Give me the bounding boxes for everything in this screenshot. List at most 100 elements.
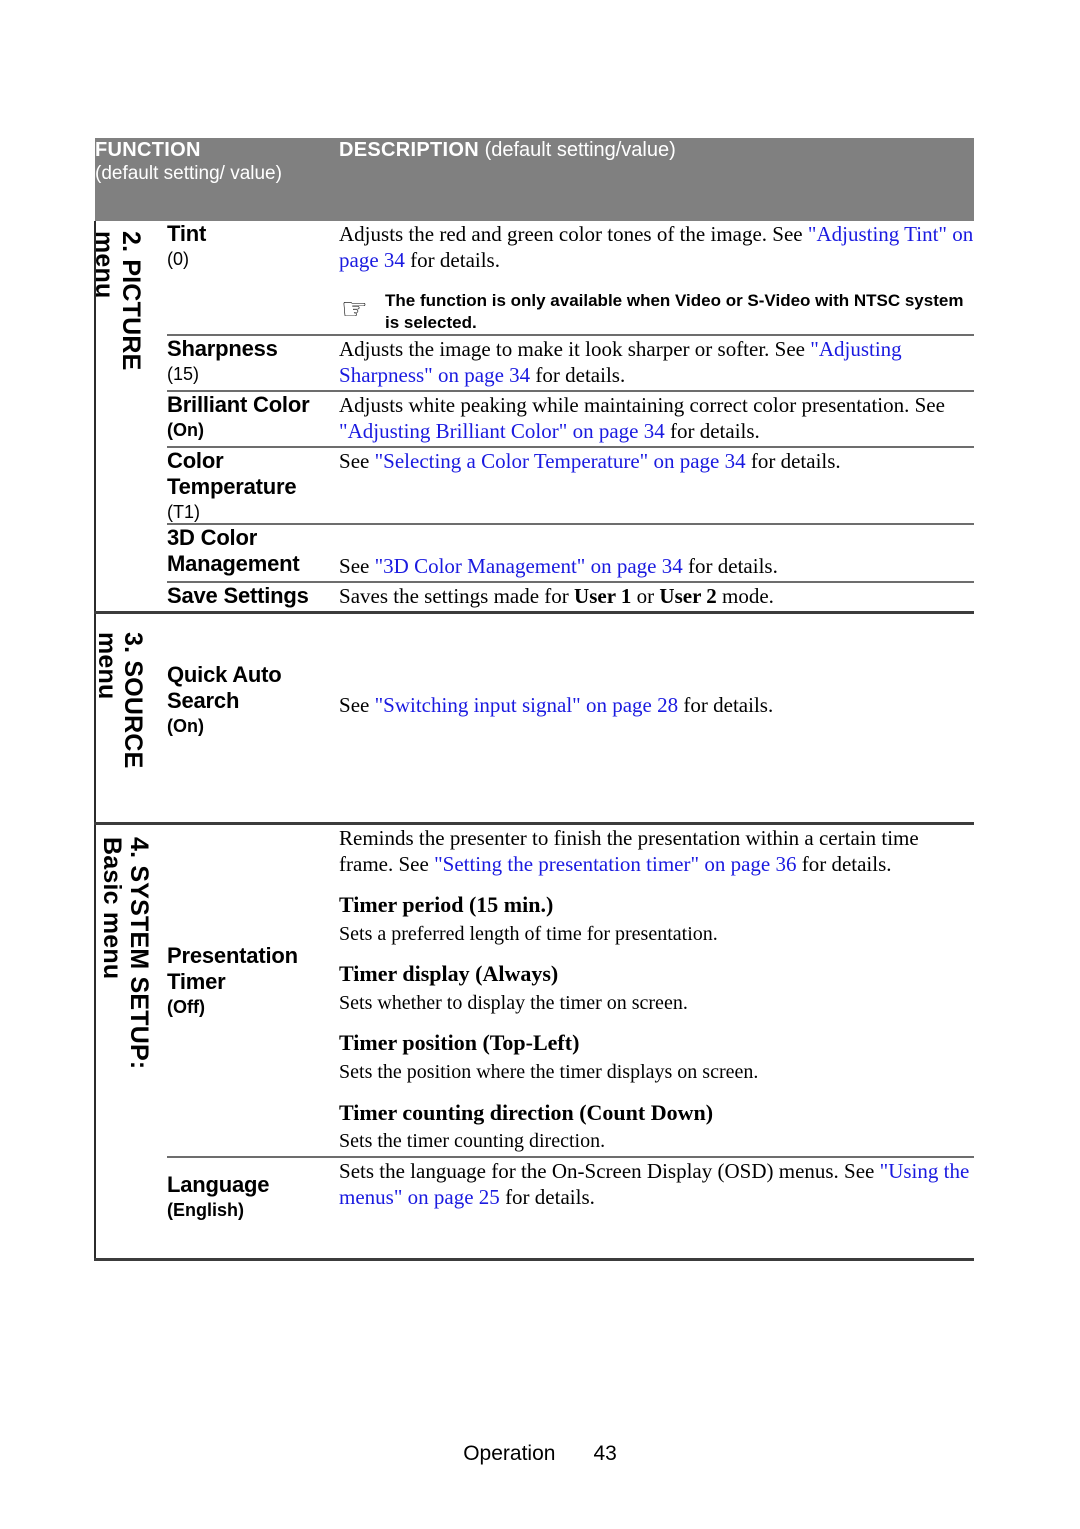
timer-subitem-body: Sets the position where the timer displa…	[339, 1060, 759, 1083]
function-description-cell: See "Switching input signal" on page 28 …	[339, 611, 975, 824]
description-lead: Saves the settings made for	[339, 584, 575, 609]
header-description-cell: DESCRIPTION (default setting/value)	[339, 138, 975, 221]
function-default-value: (Off)	[167, 997, 205, 1018]
function-description-cell: Adjusts white peaking while maintaining …	[339, 389, 975, 447]
function-name: Presentation Timer	[167, 943, 298, 995]
description-paragraph: Reminds the presenter to finish the pres…	[339, 825, 974, 877]
description-cross-reference-link[interactable]: "Selecting a Color Temperature" on page …	[375, 449, 746, 473]
description-lead: Sets the language for the On-Screen Disp…	[339, 1158, 880, 1183]
menu-group-label-picture: 2. PICTURE menu	[90, 231, 145, 371]
table-row: 3D Color Management See "3D Color Manage…	[95, 523, 975, 583]
table-row: Language (English) Sets the language for…	[95, 1155, 975, 1260]
function-default-value: (On)	[167, 419, 204, 440]
timer-subitem-heading: Timer period (15 min.)	[339, 892, 554, 918]
function-name: Save Settings	[167, 583, 309, 609]
header-function-cell: FUNCTION (default setting/ value)	[95, 138, 340, 221]
table-row: 4. SYSTEM SETUP: Basic menu Presentation…	[94, 822, 975, 1260]
function-description-cell: Saves the settings made for User 1 or Us…	[339, 581, 975, 613]
description-lead: See	[339, 448, 375, 473]
function-name: 3D Color Management	[167, 525, 300, 577]
menu-label-line2: menu	[90, 231, 118, 299]
function-name: Sharpness	[167, 335, 278, 361]
note-text: The function is only available when Vide…	[385, 291, 964, 332]
page-footer: Operation 43	[0, 1442, 1080, 1466]
description-lead: Adjusts the image to make it look sharpe…	[339, 336, 811, 361]
function-name-cell: Tint (0)	[167, 221, 339, 335]
footer-page-number: 43	[593, 1442, 617, 1465]
description-tail: for details.	[530, 362, 626, 387]
description-bold-term: User 1	[574, 584, 632, 609]
timer-subitem-heading: Timer display (Always)	[339, 961, 559, 987]
function-default-value: (On)	[167, 716, 204, 737]
function-description-cell: Sets the language for the On-Screen Disp…	[339, 1155, 975, 1260]
timer-subitem-body: Sets the timer counting direction.	[339, 1129, 606, 1152]
description-cross-reference-link[interactable]: "Adjusting Brilliant Color" on page 34	[339, 419, 665, 443]
description-paragraph: Adjusts white peaking while maintaining …	[339, 392, 974, 444]
document-page: FUNCTION (default setting/ value) DESCRI…	[0, 0, 1080, 1529]
description-paragraph: See "Switching input signal" on page 28 …	[339, 692, 974, 718]
description-paragraph: See "Selecting a Color Temperature" on p…	[339, 448, 974, 474]
menu-group-system-setup-gutter: 4. SYSTEM SETUP: Basic menu	[94, 822, 167, 1260]
description-paragraph: Saves the settings made for User 1 or Us…	[339, 583, 974, 609]
timer-subitem-heading: Timer position (Top-Left)	[339, 1030, 580, 1056]
description-bold-term: User 2	[659, 584, 717, 609]
function-default-value: (0)	[167, 248, 189, 269]
header-function-title: FUNCTION	[95, 139, 201, 161]
menu-label-line2: menu	[92, 632, 121, 700]
timer-subitem-heading: Timer counting direction (Count Down)	[339, 1099, 714, 1125]
menu-group-label-system-setup: 4. SYSTEM SETUP: Basic menu	[98, 837, 154, 1070]
timer-subitem-body: Sets a preferred length of time for pres…	[339, 922, 718, 945]
description-paragraph: Adjusts the image to make it look sharpe…	[339, 336, 974, 388]
description-tail: for details.	[404, 248, 500, 273]
function-description-cell: Adjusts the red and green color tones of…	[339, 221, 974, 335]
description-tail: for details.	[664, 418, 760, 443]
description-tail: for details.	[678, 693, 774, 718]
note-callout: ☞ The function is only available when Vi…	[339, 289, 974, 334]
menu-group-source-gutter: 3. SOURCE menu	[92, 611, 167, 824]
menu-label-line2: Basic menu	[98, 837, 127, 980]
function-default-value: (English)	[167, 1199, 244, 1220]
description-cross-reference-link[interactable]: "3D Color Management" on page 34	[375, 554, 683, 578]
menu-label-line1: 2. PICTURE	[117, 231, 145, 371]
description-paragraph: Sets the language for the On-Screen Disp…	[339, 1158, 974, 1210]
table-header-row: FUNCTION (default setting/ value) DESCRI…	[95, 138, 975, 221]
pointing-hand-icon: ☞	[341, 293, 368, 327]
description-cross-reference-link[interactable]: "Switching input signal" on page 28	[375, 693, 679, 717]
menu-label-line1: 4. SYSTEM SETUP:	[125, 837, 153, 1070]
timer-subitem: Timer position (Top-Left) Sets the posit…	[339, 1029, 974, 1084]
description-mid: or	[631, 584, 660, 609]
function-name-cell: Presentation Timer (Off)	[167, 822, 340, 1157]
description-paragraph: Adjusts the red and green color tones of…	[339, 221, 974, 273]
timer-subitem: Timer display (Always) Sets whether to d…	[339, 960, 974, 1015]
function-default-value: (T1)	[167, 501, 200, 522]
timer-subitem-body: Sets whether to display the timer on scr…	[339, 991, 688, 1014]
function-description-cell: See "Selecting a Color Temperature" on p…	[339, 445, 975, 525]
description-lead: See	[339, 693, 375, 718]
function-description-cell: Reminds the presenter to finish the pres…	[339, 822, 975, 1157]
function-name: Quick Auto Search	[167, 662, 282, 714]
function-name: Color Temperature	[167, 447, 297, 499]
function-description-cell: See "3D Color Management" on page 34 for…	[339, 523, 975, 583]
timer-subitem: Timer counting direction (Count Down) Se…	[339, 1099, 974, 1154]
table-row: Save Settings Saves the settings made fo…	[95, 581, 975, 613]
description-cross-reference-link[interactable]: "Setting the presentation timer" on page…	[434, 852, 796, 876]
header-function-subtitle: (default setting/ value)	[95, 163, 282, 185]
footer-section-label: Operation	[463, 1442, 556, 1465]
description-paragraph: See "3D Color Management" on page 34 for…	[339, 553, 974, 579]
function-name: Tint	[167, 221, 207, 246]
function-default-value: (15)	[167, 363, 200, 384]
function-name-cell: Color Temperature (T1)	[167, 445, 340, 525]
description-lead: Adjusts white peaking while maintaining …	[339, 392, 945, 417]
menu-group-label-source: 3. SOURCE menu	[92, 632, 147, 769]
description-lead: See	[339, 554, 375, 579]
description-tail: for details.	[745, 448, 841, 473]
function-name-cell: Brilliant Color (On)	[167, 389, 340, 447]
function-name-cell: Sharpness (15)	[167, 333, 340, 391]
description-tail: for details.	[499, 1184, 595, 1209]
function-name-cell: Save Settings	[167, 581, 340, 613]
function-name: Language	[167, 1171, 270, 1197]
description-lead: Adjusts the red and green color tones of…	[339, 222, 808, 246]
table-row: 2. PICTURE menu Tint (0) Adjusts the red…	[90, 221, 974, 613]
function-description-cell: Adjusts the image to make it look sharpe…	[339, 333, 975, 391]
description-tail: mode.	[716, 584, 774, 609]
